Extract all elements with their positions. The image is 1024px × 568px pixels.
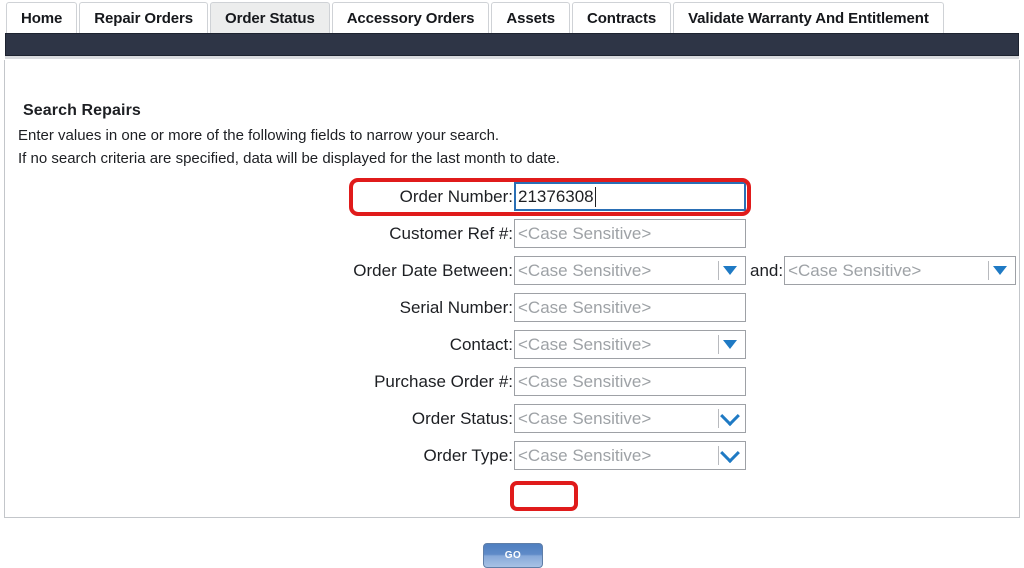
page-title: Search Repairs [23,102,141,119]
go-button[interactable]: GO [483,543,543,568]
order-number-value: 21376308 [518,186,594,206]
caret-down-icon[interactable] [720,257,740,284]
label-contact: Contact: [449,334,513,354]
order-status-placeholder: <Case Sensitive> [518,408,652,428]
dropdown-separator [718,446,719,465]
customer-ref-input[interactable]: <Case Sensitive> [514,219,746,248]
caret-down-icon[interactable] [990,257,1010,284]
tab-label: Validate Warranty And Entitlement [688,9,929,27]
tab-label: Home [21,9,63,27]
purchase-order-placeholder: <Case Sensitive> [518,371,652,391]
order-type-placeholder: <Case Sensitive> [518,445,652,465]
contact-dropdown[interactable]: <Case Sensitive> [514,330,746,359]
form-row-customer-ref: Customer Ref #: <Case Sensitive> [5,215,1021,252]
application-window: Home Repair Orders Order Status Accessor… [0,0,1024,568]
label-customer-ref: Customer Ref #: [389,223,513,243]
chevron-down-icon[interactable] [720,442,740,469]
order-date-to-placeholder: <Case Sensitive> [788,260,922,280]
search-repairs-form: Order Number: 21376308 Customer Ref #: <… [5,178,1021,474]
search-repairs-panel: Search Repairs Enter values in one or mo… [4,60,1021,568]
tab-accessory-orders[interactable]: Accessory Orders [331,2,490,33]
tab-label: Order Status [225,9,315,27]
dropdown-separator [718,335,719,354]
nav-band-shadow [5,56,1019,59]
customer-ref-placeholder: <Case Sensitive> [518,223,652,243]
main-tab-bar: Home Repair Orders Order Status Accessor… [0,0,1024,33]
order-status-dropdown[interactable]: <Case Sensitive> [514,404,746,433]
caret-down-icon[interactable] [720,331,740,358]
text-caret [594,186,596,207]
instruction-line-1: Enter values in one or more of the follo… [18,127,500,144]
tab-home[interactable]: Home [6,2,78,33]
label-purchase-order: Purchase Order #: [374,371,513,391]
tab-label: Assets [506,9,555,27]
label-order-type: Order Type: [423,445,513,465]
order-date-from-dropdown[interactable]: <Case Sensitive> [514,256,746,285]
form-row-order-type: Order Type: <Case Sensitive> [5,437,1021,474]
order-date-from-placeholder: <Case Sensitive> [518,260,652,280]
tab-contracts[interactable]: Contracts [571,2,672,33]
order-date-to-dropdown[interactable]: <Case Sensitive> [784,256,1017,285]
tab-label: Repair Orders [94,9,194,27]
form-row-order-date-between: Order Date Between: <Case Sensitive> and… [5,252,1021,289]
contact-placeholder: <Case Sensitive> [518,334,652,354]
tab-assets[interactable]: Assets [491,2,570,33]
tab-label: Contracts [586,9,657,27]
form-row-purchase-order: Purchase Order #: <Case Sensitive> [5,363,1021,400]
form-row-contact: Contact: <Case Sensitive> [5,326,1021,363]
tab-validate-warranty-and-entitlement[interactable]: Validate Warranty And Entitlement [673,2,944,33]
dropdown-separator [718,409,719,428]
purchase-order-input[interactable]: <Case Sensitive> [514,367,746,396]
go-button-container: GO [5,543,1021,568]
label-order-date-between: Order Date Between: [353,260,513,280]
order-number-input[interactable]: 21376308 [514,182,746,211]
serial-number-input[interactable]: <Case Sensitive> [514,293,746,322]
tab-label: Accessory Orders [346,9,475,27]
form-row-order-status: Order Status: <Case Sensitive> [5,400,1021,437]
dropdown-separator [988,261,990,280]
secondary-nav-band [5,33,1019,56]
serial-number-placeholder: <Case Sensitive> [518,297,652,317]
dropdown-separator [718,261,719,280]
tab-order-status[interactable]: Order Status [210,2,330,33]
instruction-line-2: If no search criteria are specified, dat… [18,150,560,167]
label-order-status: Order Status: [411,408,513,428]
tab-repair-orders[interactable]: Repair Orders [79,2,209,33]
chevron-down-icon[interactable] [720,405,740,432]
label-and: and: [750,260,784,280]
order-type-dropdown[interactable]: <Case Sensitive> [514,441,746,470]
label-serial-number: Serial Number: [399,297,513,317]
form-row-order-number: Order Number: 21376308 [5,178,1021,215]
form-row-serial-number: Serial Number: <Case Sensitive> [5,289,1021,326]
label-order-number: Order Number: [399,186,513,206]
